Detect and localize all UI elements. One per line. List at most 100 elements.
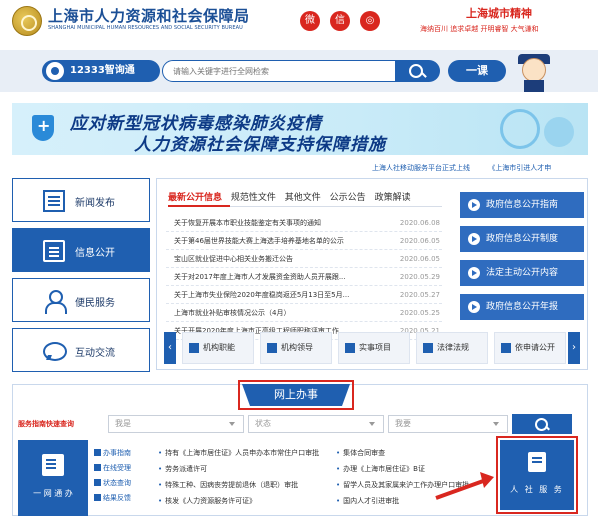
site-title[interactable]: 上海市人力资源和社会保障局 xyxy=(48,5,250,26)
status-select[interactable]: 状态 xyxy=(248,415,384,433)
bureau-logo[interactable] xyxy=(12,6,42,36)
quick-link-label: 机构职能 xyxy=(203,343,235,352)
service-item[interactable]: 集体合同审查 xyxy=(336,448,385,458)
ticker-item[interactable]: 上海人社移动服务平台正式上线 xyxy=(372,164,470,172)
site-subtitle: SHANGHAI MUNICIPAL HUMAN RESOURCES AND S… xyxy=(48,25,243,31)
news-date: 2020.06.05 xyxy=(399,255,440,263)
play-circle-icon xyxy=(468,199,480,211)
identity-select[interactable]: 我是 xyxy=(108,415,244,433)
button-label: 政府信息公开指南 xyxy=(486,200,559,210)
covid-banner[interactable]: 应对新型冠状病毒感染肺炎疫情 人力资源社会保障支持保障措施 xyxy=(12,103,588,155)
side-link-feedback[interactable]: 结果反馈 xyxy=(94,493,150,503)
active-tab-indicator xyxy=(168,205,230,207)
highlight-box xyxy=(496,436,578,514)
document-icon xyxy=(43,240,65,262)
quick-link-functions[interactable]: 机构职能 xyxy=(182,332,254,364)
news-date: 2020.05.29 xyxy=(399,273,440,281)
hotline-label: 12333智询通 xyxy=(70,65,135,76)
hotline-12333-button[interactable]: 12333智询通 xyxy=(42,60,160,82)
shield-icon xyxy=(32,115,54,141)
news-title[interactable]: 关于第46届世界技能大赛上海选手培养基地名单的公示 xyxy=(174,232,392,250)
news-title[interactable]: 关于上海市失业保险2020年度稳岗返还5月13日至5月... xyxy=(174,286,392,304)
chevron-right-icon[interactable]: › xyxy=(568,332,580,364)
news-title[interactable]: 上海市就业补贴审核情况公示（4月） xyxy=(174,304,392,322)
quick-link-projects[interactable]: 实事项目 xyxy=(338,332,410,364)
annual-report-button[interactable]: 政府信息公开年报 xyxy=(460,294,584,320)
statutory-disclosure-button[interactable]: 法定主动公开内容 xyxy=(460,260,584,286)
nav-label: 信息公开 xyxy=(75,248,115,259)
service-item[interactable]: 持有《上海市居住证》人员申办本市常住户口审批 xyxy=(158,448,319,458)
nav-info-disclosure[interactable]: 信息公开 xyxy=(12,228,150,272)
quick-link-laws[interactable]: 法律法规 xyxy=(416,332,488,364)
chat-bubble-icon xyxy=(43,340,67,362)
weibo-icon[interactable]: 微 xyxy=(300,11,320,31)
nav-news-release[interactable]: 新闻发布 xyxy=(12,178,150,222)
list-item[interactable]: 关于上海市失业保险2020年度稳岗返还5月13日至5月... 2020.05.2… xyxy=(166,286,442,304)
tab-normative-docs[interactable]: 规范性文件 xyxy=(231,190,276,203)
nav-label: 新闻发布 xyxy=(75,198,115,209)
city-spirit-slogan: 海纳百川 追求卓越 开明睿智 大气谦和 xyxy=(420,25,539,33)
newspaper-icon xyxy=(43,190,65,212)
service-item[interactable]: 核发《人力资源服务许可证》 xyxy=(158,496,256,506)
service-item[interactable]: 办理《上海市居住证》B证 xyxy=(336,464,425,474)
service-item[interactable]: 特殊工种、因病丧劳提前退休（退职）审批 xyxy=(158,480,298,490)
tab-other-docs[interactable]: 其他文件 xyxy=(285,190,321,203)
monitor-icon xyxy=(94,464,101,471)
news-title[interactable]: 关于对2017年度上海市人才发展资金资助人员开展跟... xyxy=(174,268,392,286)
mini-program-icon[interactable]: ◎ xyxy=(360,11,380,31)
news-ticker: 上海人社移动服务平台正式上线 《上海市引进人才申 xyxy=(372,163,567,173)
intent-select[interactable]: 我要 xyxy=(388,415,508,433)
gavel-icon xyxy=(423,343,433,353)
quick-link-leaders[interactable]: 机构领导 xyxy=(260,332,332,364)
chevron-left-icon[interactable]: ‹ xyxy=(164,332,176,364)
yike-button[interactable]: 一课 xyxy=(448,60,506,82)
tab-divider xyxy=(230,206,442,207)
news-title[interactable]: 关于恢复开展本市职业技能鉴定有关事项的通知 xyxy=(174,214,392,232)
play-circle-icon xyxy=(468,301,480,313)
search-button[interactable] xyxy=(396,60,440,82)
disclosure-system-button[interactable]: 政府信息公开制度 xyxy=(460,226,584,252)
tile-label: 一 网 通 办 xyxy=(33,489,73,498)
nav-public-service[interactable]: 便民服务 xyxy=(12,278,150,322)
site-header: 上海市人力资源和社会保障局 SHANGHAI MUNICIPAL HUMAN R… xyxy=(0,0,598,46)
tab-announcements[interactable]: 公示公告 xyxy=(330,190,366,203)
guide-quick-search-label: 服务指南快速查询 xyxy=(18,420,74,428)
list-item[interactable]: 关于第46届世界技能大赛上海选手培养基地名单的公示 2020.06.05 xyxy=(166,232,442,250)
person-icon xyxy=(267,343,277,353)
quick-link-label: 实事项目 xyxy=(359,343,391,352)
wechat-icon[interactable]: 信 xyxy=(330,11,350,31)
search-icon xyxy=(94,479,101,486)
one-network-service-tile[interactable]: 一 网 通 办 xyxy=(18,440,88,516)
feedback-icon xyxy=(94,494,101,501)
quick-link-apply-disclosure[interactable]: 依申请公开 xyxy=(494,332,566,364)
checklist-icon xyxy=(345,343,355,353)
news-list: 关于恢复开展本市职业技能鉴定有关事项的通知 2020.06.08 关于第46届世… xyxy=(166,214,442,340)
side-link-accept[interactable]: 在线受理 xyxy=(94,463,150,473)
service-item[interactable]: 国内人才引进审批 xyxy=(336,496,399,506)
quick-link-label: 机构领导 xyxy=(281,343,313,352)
quick-link-label: 法律法规 xyxy=(437,343,469,352)
news-title[interactable]: 宝山区就业促进中心相关业务搬迁公告 xyxy=(174,250,392,268)
book-icon xyxy=(94,449,101,456)
side-link-label: 结果反馈 xyxy=(103,494,131,502)
search-input[interactable] xyxy=(162,60,396,82)
nav-label: 互动交流 xyxy=(75,348,115,359)
list-item[interactable]: 宝山区就业促进中心相关业务搬迁公告 2020.06.05 xyxy=(166,250,442,268)
list-item[interactable]: 上海市就业补贴审核情况公示（4月） 2020.05.25 xyxy=(166,304,442,322)
side-link-guide[interactable]: 办事指南 xyxy=(94,448,150,458)
service-item[interactable]: 劳务派遣许可 xyxy=(158,464,207,474)
side-link-label: 状态查询 xyxy=(103,479,131,487)
disclosure-guide-button[interactable]: 政府信息公开指南 xyxy=(460,192,584,218)
people-icon xyxy=(43,290,67,314)
tab-policy-interpretation[interactable]: 政策解读 xyxy=(375,190,411,203)
side-link-status[interactable]: 状态查询 xyxy=(94,478,150,488)
service-item[interactable]: 留学人员及其家属来沪工作办理户口审批 xyxy=(336,480,469,490)
nav-interaction[interactable]: 互动交流 xyxy=(12,328,150,372)
list-item[interactable]: 关于对2017年度上海市人才发展资金资助人员开展跟... 2020.05.29 xyxy=(166,268,442,286)
ticker-item[interactable]: 《上海市引进人才申 xyxy=(488,164,551,172)
play-circle-icon xyxy=(468,267,480,279)
guide-search-button[interactable] xyxy=(512,414,572,434)
document-icon xyxy=(42,454,64,476)
list-item[interactable]: 关于恢复开展本市职业技能鉴定有关事项的通知 2020.06.08 xyxy=(166,214,442,232)
tab-latest-info[interactable]: 最新公开信息 xyxy=(168,190,222,203)
